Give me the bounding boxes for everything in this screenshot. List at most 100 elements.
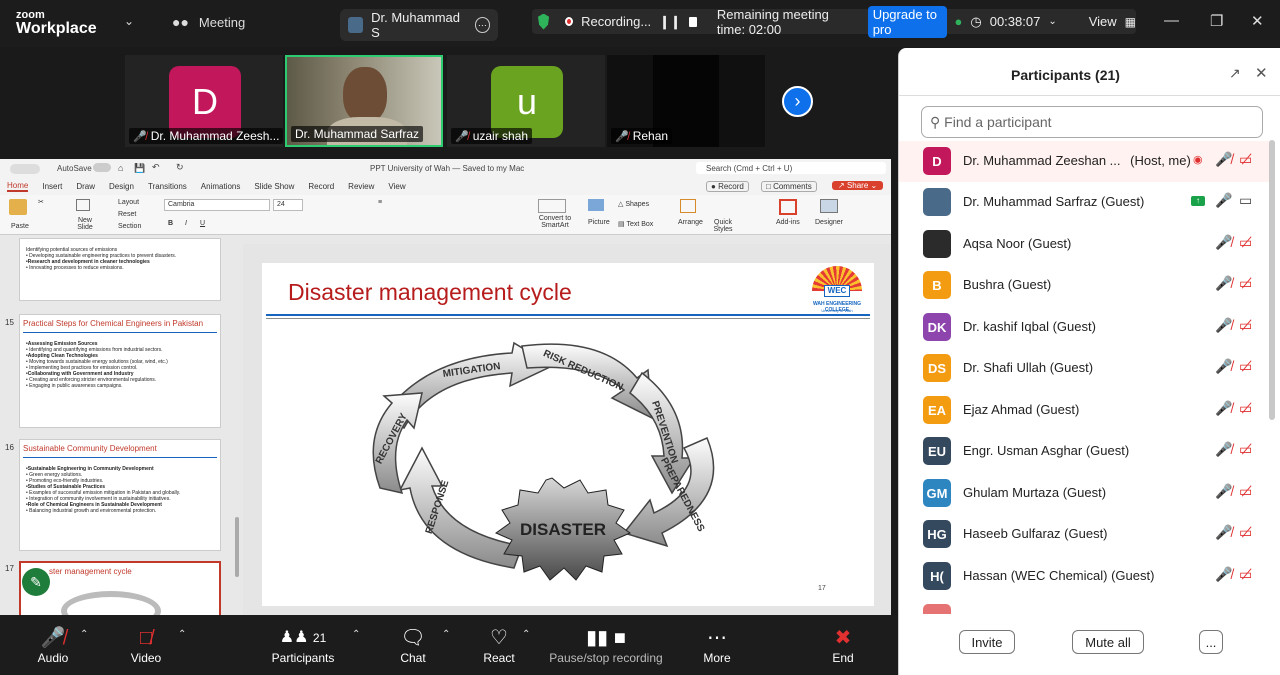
designer-icon[interactable] xyxy=(820,199,838,213)
muted-mic-icon[interactable]: 🎤̸ xyxy=(1215,275,1232,292)
active-speaker-tab[interactable]: Dr. Muhammad S ⋯ xyxy=(340,9,498,41)
stop-icon[interactable] xyxy=(688,16,697,27)
more-options-button[interactable]: ... xyxy=(1199,630,1223,654)
video-off-icon[interactable]: ▭̸ xyxy=(1239,234,1252,251)
audio-button[interactable]: 🎤̸ Audio xyxy=(34,625,72,665)
undo-icon[interactable]: ↶ xyxy=(152,162,160,173)
muted-mic-icon[interactable]: 🎤̸ xyxy=(1215,317,1232,334)
muted-mic-icon[interactable]: 🎤̸ xyxy=(1215,151,1232,168)
panel-scrollbar[interactable] xyxy=(1269,140,1275,420)
reset-button[interactable]: Reset xyxy=(118,211,136,218)
bullets-icon[interactable]: ≡ xyxy=(378,199,382,206)
autosave-toggle[interactable] xyxy=(93,163,111,172)
home-icon[interactable]: ⌂ xyxy=(118,163,123,173)
section-button[interactable]: Section xyxy=(118,223,141,230)
smartart-icon[interactable] xyxy=(538,199,566,213)
video-tile[interactable]: 🎤̸ Rehan xyxy=(607,55,765,147)
video-off-icon[interactable]: ▭̸ xyxy=(1239,524,1252,541)
italic-icon[interactable]: I xyxy=(185,220,187,227)
muted-mic-icon[interactable]: 🎤̸ xyxy=(1215,566,1232,583)
record-button[interactable]: ● Record xyxy=(706,181,749,192)
share-button[interactable]: ↗ Share ⌄ xyxy=(832,181,884,190)
chevron-up-icon[interactable]: ⌃ xyxy=(442,629,450,640)
video-off-icon[interactable]: ▭̸ xyxy=(1239,441,1252,458)
chevron-down-icon[interactable]: ⌄ xyxy=(1048,16,1056,27)
participant-row[interactable]: GM Ghulam Murtaza (Guest) 🎤̸ ▭̸ xyxy=(899,473,1275,514)
minimize-icon[interactable]: — xyxy=(1164,12,1179,29)
menu-draw[interactable]: Draw xyxy=(76,182,95,191)
close-icon[interactable]: ✕ xyxy=(1251,12,1264,30)
maximize-icon[interactable]: ❐ xyxy=(1210,12,1223,30)
chevron-up-icon[interactable]: ⌃ xyxy=(522,629,530,640)
participant-row[interactable]: D Dr. Muhammad Zeeshan ... (Host, me) ◉ … xyxy=(899,141,1275,182)
meeting-tab[interactable]: ●● Meeting xyxy=(172,14,245,30)
redo-icon[interactable]: ↻ xyxy=(176,162,184,173)
video-off-icon[interactable]: ▭̸ xyxy=(1239,151,1252,168)
chevron-up-icon[interactable]: ⌃ xyxy=(178,629,186,640)
slide-thumbnail[interactable]: Identifying potential sources of emissio… xyxy=(19,238,221,301)
muted-mic-icon[interactable]: 🎤̸ xyxy=(1215,358,1232,375)
close-icon[interactable]: ✕ xyxy=(1255,64,1268,82)
menu-record[interactable]: Record xyxy=(308,182,334,191)
participant-row[interactable]: H( Hassan (WEC Chemical) (Guest) 🎤̸ ▭̸ xyxy=(899,556,1275,597)
pause-icon[interactable]: ❙❙ xyxy=(659,14,681,30)
participant-row[interactable]: DS Dr. Shafi Ullah (Guest) 🎤̸ ▭̸ xyxy=(899,348,1275,389)
pause-recording-button[interactable]: ▮▮ ■ Pause/stop recording xyxy=(545,625,667,665)
participant-row[interactable]: Aqsa Noor (Guest) 🎤̸ ▭̸ xyxy=(899,224,1275,265)
video-off-icon[interactable]: ▭̸ xyxy=(1239,400,1252,417)
slide-thumbnail-selected[interactable]: ster management cycle xyxy=(19,561,221,615)
next-page-button[interactable]: › xyxy=(782,86,813,117)
mic-icon[interactable]: 🎤 xyxy=(1215,192,1232,209)
cut-icon[interactable]: ✂ xyxy=(38,198,44,206)
slide-thumbnail[interactable]: Sustainable Community Development •Susta… xyxy=(19,439,221,551)
mute-all-button[interactable]: Mute all xyxy=(1072,630,1144,654)
menu-view[interactable]: View xyxy=(388,182,405,191)
video-tile-active[interactable]: Dr. Muhammad Sarfraz xyxy=(285,55,443,147)
video-off-icon[interactable]: ▭̸ xyxy=(1239,358,1252,375)
muted-mic-icon[interactable]: 🎤̸ xyxy=(1215,483,1232,500)
participant-row[interactable]: DK Dr. kashif Iqbal (Guest) 🎤̸ ▭̸ xyxy=(899,307,1275,348)
save-icon[interactable]: 💾 xyxy=(134,163,145,174)
menu-transitions[interactable]: Transitions xyxy=(148,182,187,191)
participant-search-input[interactable]: ⚲ Find a participant xyxy=(921,106,1263,138)
video-tile[interactable]: u 🎤̸ uzair shah xyxy=(447,55,605,147)
menu-design[interactable]: Design xyxy=(109,182,134,191)
bold-icon[interactable]: B xyxy=(168,220,173,227)
react-button[interactable]: ♡ React xyxy=(480,625,518,665)
more-button[interactable]: ⋯ More xyxy=(700,625,734,665)
muted-mic-icon[interactable]: 🎤̸ xyxy=(1215,400,1232,417)
traffic-lights[interactable] xyxy=(10,164,40,174)
participant-row[interactable]: HG Haseeb Gulfaraz (Guest) 🎤̸ ▭̸ xyxy=(899,514,1275,555)
video-off-icon[interactable]: ▭̸ xyxy=(1239,317,1252,334)
comments-button[interactable]: □ Comments xyxy=(761,181,817,192)
menu-slideshow[interactable]: Slide Show xyxy=(254,182,294,191)
muted-mic-icon[interactable]: 🎤̸ xyxy=(1215,524,1232,541)
chevron-down-icon[interactable]: ⌄ xyxy=(124,14,134,28)
participant-row[interactable]: EA Ejaz Ahmad (Guest) 🎤̸ ▭̸ xyxy=(899,390,1275,431)
video-button[interactable]: □̸ Video xyxy=(126,625,166,665)
menu-home[interactable]: Home xyxy=(7,181,29,192)
video-off-icon[interactable]: ▭̸ xyxy=(1239,275,1252,292)
font-size-select[interactable]: 24 xyxy=(273,199,303,211)
annotate-pen-icon[interactable]: ✎ xyxy=(22,568,50,596)
chevron-up-icon[interactable]: ⌃ xyxy=(352,629,360,640)
new-slide-icon[interactable] xyxy=(76,199,90,211)
participant-row[interactable]: Dr. Muhammad Sarfraz (Guest) ↑ 🎤 ▭ xyxy=(899,182,1275,223)
textbox-button[interactable]: ▤ Text Box xyxy=(618,220,653,228)
paste-icon[interactable] xyxy=(9,199,27,215)
more-options-icon[interactable]: ⋯ xyxy=(474,17,490,33)
underline-icon[interactable]: U xyxy=(200,220,205,227)
menu-animations[interactable]: Animations xyxy=(201,182,241,191)
participants-button[interactable]: ♟♟ 21 Participants xyxy=(268,625,338,665)
shapes-button[interactable]: △ Shapes xyxy=(618,200,649,208)
video-off-icon[interactable]: ▭̸ xyxy=(1239,483,1252,500)
layout-button[interactable]: Layout xyxy=(118,199,139,206)
muted-mic-icon[interactable]: 🎤̸ xyxy=(1215,234,1232,251)
add-ins-icon[interactable] xyxy=(779,199,797,215)
upgrade-button[interactable]: Upgrade to pro xyxy=(867,5,947,38)
view-button[interactable]: View xyxy=(1089,14,1117,29)
invite-button[interactable]: Invite xyxy=(959,630,1015,654)
menu-review[interactable]: Review xyxy=(348,182,374,191)
video-icon[interactable]: ▭ xyxy=(1239,192,1252,209)
grid-icon[interactable]: ▦ xyxy=(1125,15,1136,29)
